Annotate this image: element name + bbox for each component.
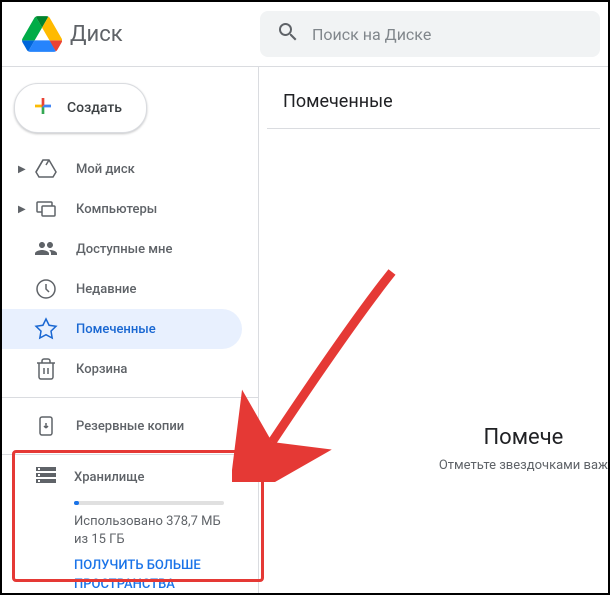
drive-logo-icon <box>22 14 62 54</box>
storage-title: Хранилище <box>74 470 144 485</box>
nav-label: Резервные копии <box>76 419 184 434</box>
computers-icon <box>34 197 58 221</box>
create-button[interactable]: Создать <box>14 83 147 133</box>
main-content: Помеченные Помече Отметьте звездочками в… <box>258 67 608 593</box>
mydrive-icon <box>34 157 58 181</box>
sidebar-item-starred[interactable]: Помеченные <box>2 309 242 349</box>
content: Создать ▶ Мой диск ▶ Компьютеры Доступны… <box>2 67 608 593</box>
sidebar-item-recent[interactable]: Недавние <box>2 269 242 309</box>
sidebar-item-shared[interactable]: Доступные мне <box>2 229 242 269</box>
storage-section: Хранилище Использовано 378,7 МБ из 15 ГБ… <box>2 463 258 594</box>
main-divider <box>267 128 600 129</box>
nav-label: Помеченные <box>76 322 156 337</box>
trash-icon <box>34 357 58 381</box>
nav-label: Компьютеры <box>76 202 157 217</box>
shared-icon <box>34 237 58 261</box>
nav-label: Доступные мне <box>76 242 172 257</box>
nav-label: Корзина <box>76 362 127 377</box>
search-container[interactable] <box>260 11 600 57</box>
page-title: Помеченные <box>267 83 600 128</box>
empty-state: Помече Отметьте звездочками важ <box>439 425 608 473</box>
sidebar: Создать ▶ Мой диск ▶ Компьютеры Доступны… <box>2 67 258 593</box>
storage-header[interactable]: Хранилище <box>18 463 234 491</box>
sidebar-item-mydrive[interactable]: ▶ Мой диск <box>2 149 242 189</box>
sidebar-divider <box>2 397 258 398</box>
nav-label: Мой диск <box>76 162 135 177</box>
chevron-right-icon[interactable]: ▶ <box>18 164 30 175</box>
storage-icon <box>34 463 58 491</box>
star-icon <box>34 317 58 341</box>
header: Диск <box>2 2 608 66</box>
plus-icon <box>31 94 55 122</box>
empty-title: Помече <box>439 425 608 450</box>
storage-upgrade-link[interactable]: ПОЛУЧИТЬ БОЛЬШЕ ПРОСТРАНСТВА <box>74 557 234 593</box>
sidebar-item-trash[interactable]: Корзина <box>2 349 242 389</box>
sidebar-item-backups[interactable]: Резервные копии <box>2 406 242 446</box>
recent-icon <box>34 277 58 301</box>
storage-fill <box>74 501 79 505</box>
create-label: Создать <box>67 100 122 116</box>
backups-icon <box>34 414 58 438</box>
app-name: Диск <box>70 22 123 47</box>
sidebar-item-computers[interactable]: ▶ Компьютеры <box>2 189 242 229</box>
search-icon <box>276 20 300 48</box>
chevron-right-icon[interactable]: ▶ <box>18 204 30 215</box>
storage-used-text: Использовано 378,7 МБ из 15 ГБ <box>74 513 234 549</box>
storage-bar <box>74 501 224 505</box>
empty-subtitle: Отметьте звездочками важ <box>439 458 608 473</box>
logo-section[interactable]: Диск <box>10 14 260 54</box>
search-input[interactable] <box>312 25 584 44</box>
nav-label: Недавние <box>76 282 136 297</box>
sidebar-divider <box>2 454 258 455</box>
